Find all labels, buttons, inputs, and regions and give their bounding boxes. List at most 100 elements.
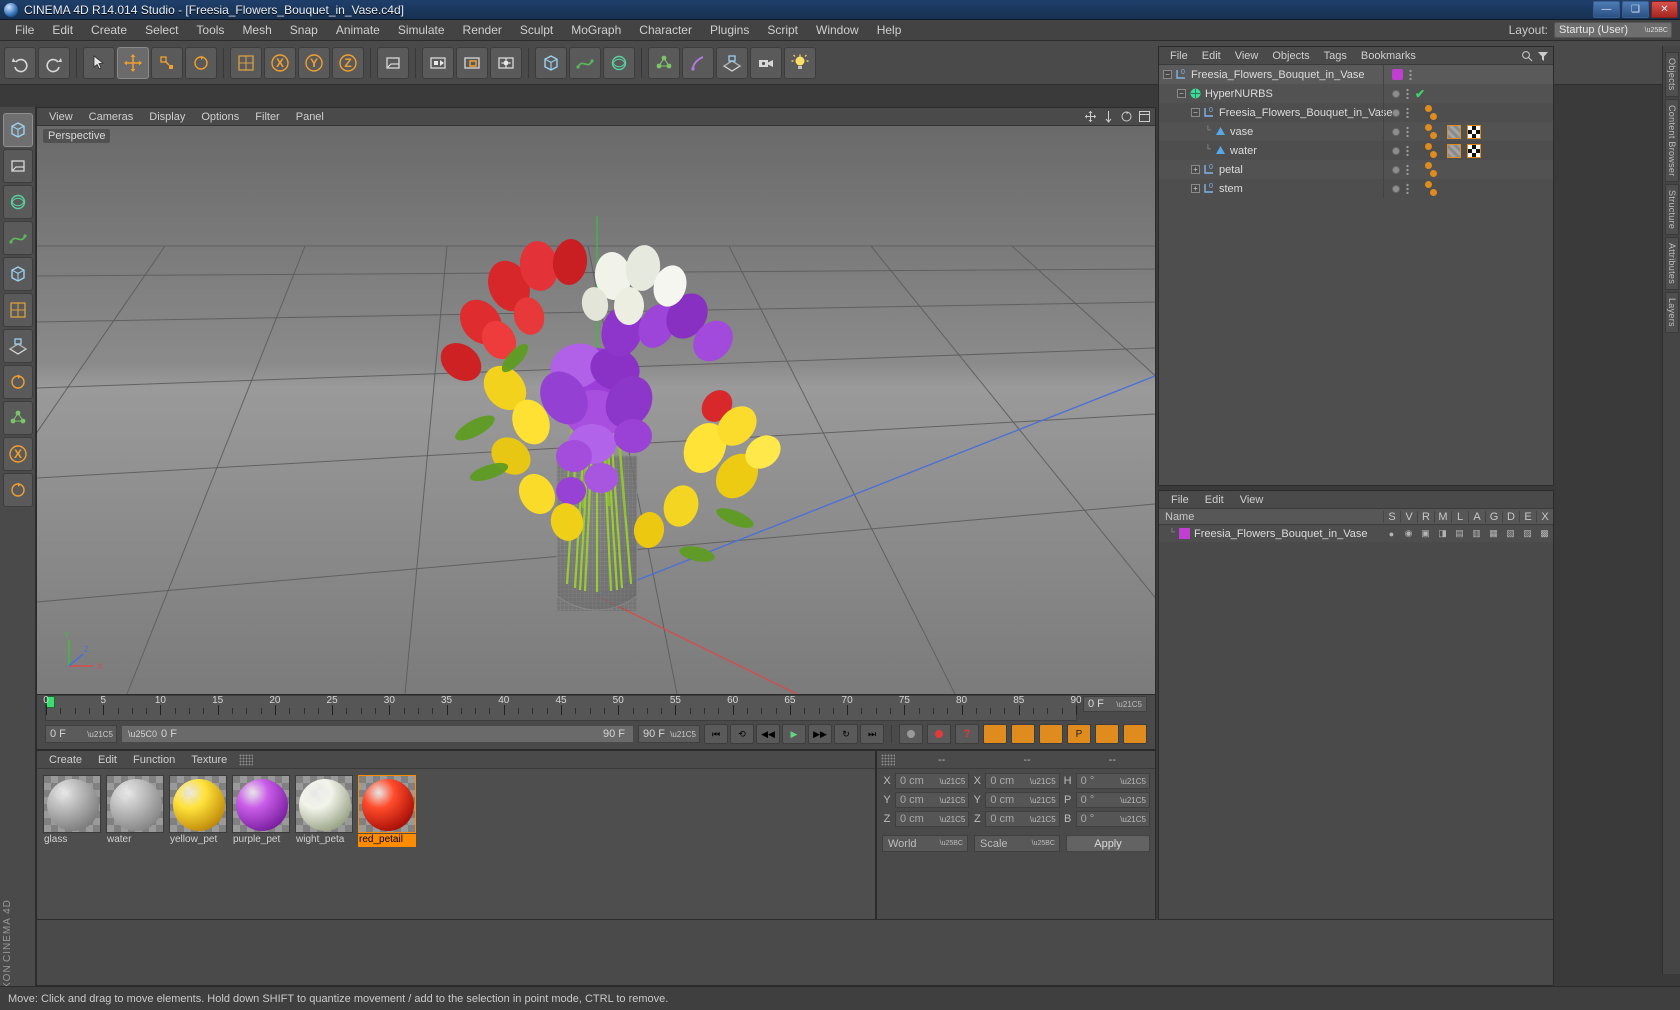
material-swatch[interactable]: red_petail [358, 775, 416, 919]
rotate-button[interactable] [185, 46, 217, 79]
object-row[interactable]: − HyperNURBS ✔ [1159, 84, 1553, 103]
animation-mode-button[interactable] [3, 473, 33, 507]
layer-toggle-v[interactable]: ◉ [1400, 528, 1417, 539]
dock-tab-content-browser[interactable]: Content Browser [1665, 98, 1679, 183]
step-back-button[interactable]: ◀◀ [756, 724, 780, 744]
layout-dropdown[interactable]: Startup (User) \u25BC [1554, 22, 1672, 38]
layer-list[interactable]: └ Freesia_Flowers_Bouquet_in_Vase ● ◉ ▣ ◨ ▤ ▥ ▦ ▧… [1159, 525, 1553, 542]
filter-icon[interactable] [1537, 50, 1549, 62]
light-button[interactable] [784, 46, 816, 79]
layer-toggle-x[interactable]: ▩ [1536, 528, 1553, 539]
object-color-swatch[interactable] [1392, 69, 1403, 80]
autokey-button[interactable] [927, 724, 951, 744]
object-visibility-toggles[interactable] [1409, 69, 1412, 80]
layer-column-a[interactable]: A [1468, 510, 1485, 523]
layer-toggle-d[interactable]: ▧ [1502, 528, 1519, 539]
layer-column-g[interactable]: G [1485, 510, 1502, 523]
layer-toggle-r[interactable]: ▣ [1417, 528, 1434, 539]
menu-item-help[interactable]: Help [868, 20, 911, 41]
viewport-3d-scene[interactable]: Perspective Y X Z [37, 126, 1155, 694]
object-visibility-dot[interactable] [1392, 146, 1400, 155]
layer-column-x[interactable]: X [1536, 510, 1553, 523]
object-visibility-dot[interactable] [1392, 108, 1400, 117]
tag-icon[interactable] [1425, 181, 1432, 188]
workplane-button[interactable] [3, 329, 33, 363]
object-visibility-toggles[interactable] [1406, 88, 1409, 99]
tag-icon[interactable] [1425, 143, 1432, 150]
object-visibility-dot[interactable] [1392, 184, 1400, 193]
spline-button[interactable] [569, 46, 601, 79]
menu-item-simulate[interactable]: Simulate [389, 20, 454, 41]
layer-column-m[interactable]: M [1434, 510, 1451, 523]
tag-icon[interactable] [1430, 113, 1437, 120]
menu-item-render[interactable]: Render [454, 20, 511, 41]
position-y-input[interactable]: 0 cm \u21C5 [895, 792, 970, 808]
maximize-button[interactable]: ❑ [1622, 1, 1649, 18]
tag-icon[interactable] [1430, 189, 1437, 196]
object-menu-bookmarks[interactable]: Bookmarks [1354, 47, 1423, 65]
model-mode-button[interactable] [3, 113, 33, 147]
scale-button[interactable] [151, 46, 183, 79]
position-x-input[interactable]: 0 cm \u21C5 [895, 773, 970, 789]
render-settings-button[interactable] [490, 46, 522, 79]
object-menu-edit[interactable]: Edit [1195, 47, 1228, 65]
keyframe-help-button[interactable]: ? [955, 724, 979, 744]
object-row[interactable]: +0 petal [1159, 160, 1553, 179]
menu-item-character[interactable]: Character [630, 20, 701, 41]
search-icon[interactable] [1521, 50, 1533, 62]
coordinate-system-dropdown[interactable]: World \u25BC [882, 835, 968, 852]
object-row[interactable]: +0 stem [1159, 179, 1553, 198]
minimize-button[interactable]: — [1593, 1, 1620, 18]
size-z-input[interactable]: 0 cm \u21C5 [985, 811, 1060, 827]
material-menu-create[interactable]: Create [41, 751, 90, 769]
cube-button[interactable] [535, 46, 567, 79]
menu-item-tools[interactable]: Tools [187, 20, 233, 41]
play-button[interactable]: ▶ [782, 724, 806, 744]
close-button[interactable]: ✕ [1651, 1, 1678, 18]
dock-tab-structure[interactable]: Structure [1665, 184, 1679, 236]
material-swatch[interactable]: wight_peta [295, 775, 353, 919]
object-menu-objects[interactable]: Objects [1265, 47, 1316, 65]
material-menu-edit[interactable]: Edit [90, 751, 125, 769]
maximize-view-icon[interactable] [1138, 110, 1151, 123]
loop-button[interactable]: ⟲ [730, 724, 754, 744]
layer-column-s[interactable]: S [1383, 510, 1400, 523]
object-row[interactable]: − 0 Freesia_Flowers_Bouquet_in_Vase [1159, 65, 1553, 84]
camera-button[interactable] [750, 46, 782, 79]
timeline-ruler[interactable]: 0 5 10 15 20 25 30 35 40 45 50 55 60 65 70 75 80 85 90 [43, 695, 1082, 721]
menu-item-file[interactable]: File [6, 20, 43, 41]
layer-toggle-a[interactable]: ▥ [1468, 528, 1485, 539]
layer-row[interactable]: └ Freesia_Flowers_Bouquet_in_Vase ● ◉ ▣ ◨ ▤ ▥ ▦ ▧… [1159, 525, 1553, 542]
size-x-input[interactable]: 0 cm \u21C5 [985, 773, 1060, 789]
menu-item-mesh[interactable]: Mesh [233, 20, 280, 41]
rotation-h-input[interactable]: 0 ° \u21C5 [1075, 773, 1150, 789]
viewport-menu-panel[interactable]: Panel [288, 108, 332, 126]
tag-icon[interactable] [1430, 132, 1437, 139]
layer-column-l[interactable]: L [1451, 510, 1468, 523]
pan-view-icon[interactable] [1084, 110, 1097, 123]
goto-end-button[interactable]: ⏭ [860, 724, 884, 744]
menu-item-script[interactable]: Script [758, 20, 807, 41]
layer-toggle-s[interactable]: ● [1383, 529, 1400, 539]
panel-grip-icon[interactable] [239, 753, 254, 766]
coordinate-system-button[interactable] [377, 46, 409, 79]
record-button[interactable] [899, 724, 923, 744]
object-tree[interactable]: −0 Freesia_Flowers_Bouquet_in_Vase − HyperN… [1159, 65, 1553, 485]
tree-expander-icon[interactable]: − [1163, 70, 1172, 79]
select-live-button[interactable] [83, 46, 115, 79]
play-reverse-button[interactable]: ↻ [834, 724, 858, 744]
points-mode-button[interactable] [3, 185, 33, 219]
tree-expander-icon[interactable]: + [1191, 184, 1200, 193]
object-menu-tags[interactable]: Tags [1317, 47, 1354, 65]
lock-x-button[interactable]: X [264, 46, 296, 79]
menu-item-window[interactable]: Window [807, 20, 868, 41]
goto-start-button[interactable]: ⏮ [704, 724, 728, 744]
viewport-menu-filter[interactable]: Filter [247, 108, 287, 126]
viewport-menu-display[interactable]: Display [141, 108, 193, 126]
key-pla-button[interactable] [1095, 724, 1119, 744]
tag-icon[interactable] [1430, 151, 1437, 158]
menu-item-sculpt[interactable]: Sculpt [511, 20, 562, 41]
deformer-button[interactable] [682, 46, 714, 79]
texture-mode-button[interactable] [3, 149, 33, 183]
tag-icon[interactable] [1425, 124, 1432, 131]
